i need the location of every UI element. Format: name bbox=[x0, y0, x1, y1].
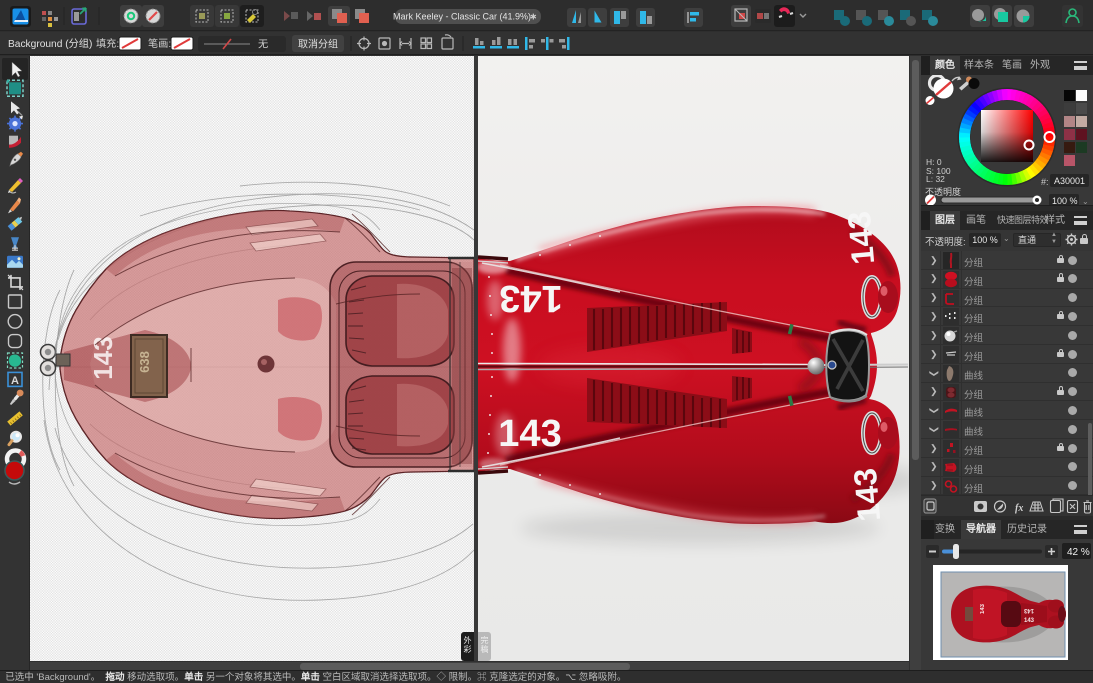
svg-text:fx: fx bbox=[1015, 503, 1023, 514]
svg-text:#:: #: bbox=[1041, 177, 1049, 187]
svg-text:143: 143 bbox=[980, 603, 986, 614]
svg-text:143: 143 bbox=[1023, 607, 1034, 613]
svg-text:A30001: A30001 bbox=[1054, 176, 1085, 186]
svg-text:A: A bbox=[11, 375, 19, 387]
svg-text:笔画:: 笔画: bbox=[148, 37, 171, 50]
svg-text:143: 143 bbox=[498, 413, 561, 455]
svg-text:L: 32: L: 32 bbox=[926, 174, 945, 184]
svg-text:638: 638 bbox=[137, 351, 152, 373]
svg-text:143: 143 bbox=[88, 336, 118, 379]
svg-text:143: 143 bbox=[1024, 618, 1035, 624]
svg-text:143: 143 bbox=[847, 467, 888, 523]
svg-text:143: 143 bbox=[841, 210, 882, 266]
svg-text:填充:: 填充: bbox=[96, 37, 119, 50]
svg-text:143: 143 bbox=[499, 277, 562, 319]
svg-text:无: 无 bbox=[258, 40, 268, 51]
svg-text:取消分组: 取消分组 bbox=[298, 38, 338, 51]
svg-text:✱: ✱ bbox=[530, 13, 537, 22]
svg-text:Mark Keeley - Classic Car (41.: Mark Keeley - Classic Car (41.9%) bbox=[393, 12, 531, 22]
svg-text:Background (分组): Background (分组) bbox=[8, 37, 92, 50]
